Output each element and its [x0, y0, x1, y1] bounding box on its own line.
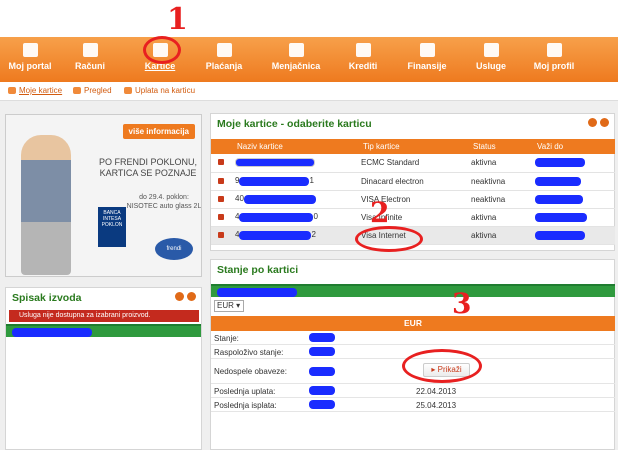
- redacted-expiry: [535, 230, 585, 240]
- nav-item-moj-portal[interactable]: Moj portal: [8, 37, 52, 82]
- card-icon: [218, 213, 224, 220]
- table-row[interactable]: 91 Dinacard electron neaktivna: [211, 172, 615, 191]
- chevron-down-icon: ▾: [236, 301, 241, 310]
- redacted-card-number: [239, 176, 310, 186]
- selected-card-bar: [211, 284, 615, 297]
- exchange-icon: [288, 43, 304, 57]
- bar-chart-icon: [82, 43, 98, 57]
- izvodi-panel: Spisak izvoda Usluga nije dostupna za iz…: [5, 287, 202, 450]
- banner-offer-text: do 29.4. poklon: NISOTEC auto glass 2L: [126, 194, 202, 210]
- help-icon[interactable]: [187, 292, 196, 301]
- table-row[interactable]: 40 Visa Infinite aktivna: [211, 208, 615, 227]
- redacted-expiry: [535, 212, 587, 222]
- col-tip: Tip kartice: [361, 139, 471, 154]
- cards-title: Moje kartice - odaberite karticu: [217, 118, 372, 130]
- users-icon: [546, 43, 562, 57]
- card-icon: [218, 231, 224, 238]
- promo-banner[interactable]: više informacija PO FRENDI POKLONU, KART…: [5, 114, 202, 277]
- more-info-button[interactable]: više informacija: [122, 124, 195, 139]
- plus-icon: [483, 43, 499, 57]
- redacted-expiry: [535, 194, 583, 204]
- izvodi-product-bar[interactable]: [6, 324, 201, 337]
- card-icon: [218, 159, 224, 166]
- refresh-icon: [73, 87, 81, 95]
- stanje-title: Stanje po kartici: [217, 264, 299, 276]
- redacted-account: [12, 327, 92, 337]
- nav-item-krediti[interactable]: Krediti: [345, 37, 381, 82]
- table-row[interactable]: ECMC Standard aktivna: [211, 154, 615, 173]
- last-deposit-row: Poslednja uplata: 22.04.2013: [211, 385, 615, 398]
- subnav-uplata[interactable]: Uplata na karticu: [124, 86, 195, 95]
- cards-table: Naziv kartice Tip kartice Status Važi do…: [211, 139, 615, 245]
- redacted-value: [309, 400, 335, 409]
- redacted-card-number: [235, 158, 315, 168]
- currency-header: EUR: [211, 316, 615, 331]
- nav-item-finansije[interactable]: Finansije: [405, 37, 449, 82]
- error-message: Usluga nije dostupna za izabrani proizvo…: [9, 310, 199, 322]
- balance-row: Stanje:: [211, 332, 615, 345]
- currency-select[interactable]: EUR ▾: [214, 300, 244, 312]
- redacted-card-number: [239, 212, 314, 222]
- edit-icon[interactable]: [175, 292, 184, 301]
- redacted-value: [309, 386, 335, 395]
- redacted-card: [217, 287, 297, 297]
- redacted-expiry: [535, 158, 585, 168]
- frendi-logo: frendi: [155, 238, 193, 260]
- pencil-icon: [124, 87, 132, 95]
- card-icon: [218, 177, 224, 184]
- nav-item-racuni[interactable]: Računi: [70, 37, 110, 82]
- monitor-icon: [22, 43, 38, 57]
- annotation-3: 3: [452, 287, 472, 320]
- cards-icon: [8, 87, 16, 95]
- annotation-2: 2: [370, 196, 390, 229]
- col-naziv: Naziv kartice: [235, 139, 361, 154]
- annotation-ring-prikazi: [402, 349, 482, 383]
- person-image: [21, 135, 71, 275]
- main-nav: Moj portal Računi Kartice Plaćanja Menja…: [0, 37, 618, 82]
- nav-item-moj-profil[interactable]: Moj profil: [532, 37, 576, 82]
- col-vazi-do: Važi do: [535, 139, 615, 154]
- redacted-card-number: [243, 194, 316, 204]
- payment-icon: [216, 43, 232, 57]
- annotation-ring-kartice: [143, 36, 181, 64]
- table-row[interactable]: 40 VISA Electron neaktivna: [211, 190, 615, 209]
- help-icon[interactable]: [600, 118, 609, 127]
- redacted-value: [309, 333, 335, 342]
- redacted-value: [309, 347, 335, 356]
- table-header: Naziv kartice Tip kartice Status Važi do: [211, 139, 615, 154]
- redacted-expiry: [535, 176, 581, 186]
- sub-nav: Moje kartice Pregled Uplata na karticu: [0, 82, 618, 101]
- top-header: [0, 0, 618, 37]
- annotation-1: 1: [167, 2, 188, 37]
- nav-item-placanja[interactable]: Plaćanja: [202, 37, 246, 82]
- card-icon: [218, 195, 224, 202]
- nav-item-usluge[interactable]: Usluge: [473, 37, 509, 82]
- last-withdrawal-row: Poslednja isplata: 25.04.2013: [211, 399, 615, 412]
- subnav-moje-kartice[interactable]: Moje kartice: [8, 86, 62, 95]
- subnav-pregled[interactable]: Pregled: [73, 86, 112, 95]
- col-status: Status: [471, 139, 535, 154]
- annotation-ring-visa: [355, 226, 423, 252]
- redacted-value: [309, 367, 335, 376]
- loan-icon: [355, 43, 371, 57]
- piggy-bank-icon: [419, 43, 435, 57]
- edit-icon[interactable]: [588, 118, 597, 127]
- banner-headline: PO FRENDI POKLONU, KARTICA SE POZNAJE: [98, 157, 197, 178]
- gift-box-image: BANCA INTESA POKLON: [98, 207, 126, 247]
- nav-item-menjacnica[interactable]: Menjačnica: [270, 37, 322, 82]
- redacted-card-number: [239, 230, 312, 240]
- izvodi-title: Spisak izvoda: [12, 292, 82, 304]
